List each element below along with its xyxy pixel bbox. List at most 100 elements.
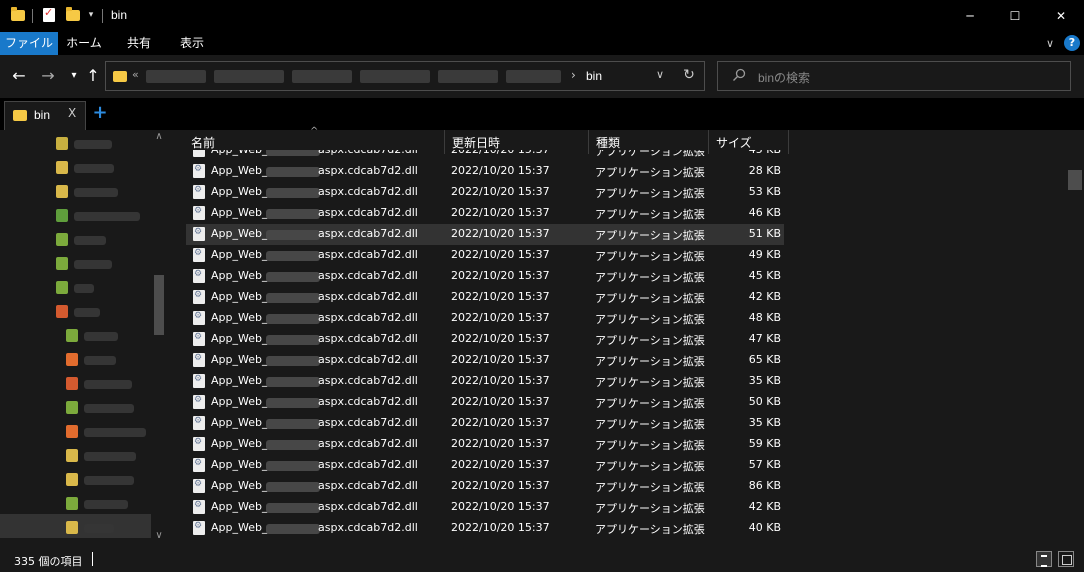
file-row[interactable]: App_Web_ aspx.cdcab7d2.dll 2022/10/20 15:3… — [186, 182, 784, 203]
file-modified: 2022/10/20 15:37 — [451, 479, 550, 492]
file-row[interactable]: App_Web_ aspx.cdcab7d2.dll 2022/10/20 15:3… — [186, 266, 784, 287]
tab-share[interactable]: 共有 — [113, 32, 165, 55]
file-name-prefix: App_Web_ — [211, 206, 268, 219]
file-row[interactable]: App_Web_ aspx.cdcab7d2.dll 2022/10/20 15:3… — [186, 224, 784, 245]
breadcrumb-current[interactable]: bin — [586, 69, 602, 83]
properties-icon[interactable] — [43, 6, 55, 22]
file-type: アプリケーション拡張 — [595, 334, 705, 347]
file-row[interactable]: App_Web_ aspx.cdcab7d2.dll 2022/10/20 15:3… — [186, 518, 784, 539]
scroll-up-icon[interactable]: ∧ — [152, 131, 166, 147]
new-folder-icon[interactable] — [66, 7, 80, 21]
file-name-suffix: aspx.cdcab7d2.dll — [318, 395, 418, 408]
file-row[interactable]: App_Web_ aspx.cdcab7d2.dll 2022/10/20 15:3… — [186, 329, 784, 350]
file-list-scroll-thumb[interactable] — [1068, 170, 1082, 190]
redacted-text — [266, 440, 320, 450]
file-name-prefix: App_Web_ — [211, 437, 268, 450]
file-list: App_Web_ aspx.cdcab7d2.dll 2022/10/20 15:3… — [186, 150, 786, 547]
redacted-text — [74, 236, 106, 245]
navigation-pane[interactable]: ∧ ∨ — [0, 130, 168, 547]
file-type: アプリケーション拡張 — [595, 355, 705, 368]
file-row[interactable]: App_Web_ aspx.cdcab7d2.dll 2022/10/20 15:3… — [186, 371, 784, 392]
help-icon[interactable]: ? — [1064, 35, 1080, 51]
folder-icon — [66, 401, 78, 414]
search-placeholder: binの検索 — [758, 71, 811, 85]
file-size: 45 KB — [716, 150, 781, 156]
file-row[interactable]: App_Web_ aspx.cdcab7d2.dll 2022/10/20 15:3… — [186, 161, 784, 182]
redacted-text — [266, 230, 320, 240]
folder-icon — [56, 257, 68, 270]
window-title: bin — [111, 8, 128, 22]
folder-icon — [66, 497, 78, 510]
nav-scrollbar[interactable] — [152, 130, 166, 547]
redacted-text — [74, 164, 114, 173]
column-header-type[interactable]: 種類 — [596, 134, 620, 151]
file-row[interactable]: App_Web_ aspx.cdcab7d2.dll 2022/10/20 15:3… — [186, 150, 784, 161]
minimize-button[interactable]: ─ — [947, 0, 993, 32]
file-name-prefix: App_Web_ — [211, 374, 268, 387]
search-input[interactable]: binの検索 — [717, 61, 1071, 91]
redacted-text — [266, 188, 320, 198]
file-modified: 2022/10/20 15:37 — [451, 332, 550, 345]
file-row[interactable]: App_Web_ aspx.cdcab7d2.dll 2022/10/20 15:3… — [186, 350, 784, 371]
file-type: アプリケーション拡張 — [595, 150, 705, 158]
close-tab-icon[interactable]: X — [68, 106, 76, 120]
folder-icon — [66, 425, 78, 438]
file-name-prefix: App_Web_ — [211, 500, 268, 513]
file-row[interactable]: App_Web_ aspx.cdcab7d2.dll 2022/10/20 15:3… — [186, 497, 784, 518]
quick-access-dropdown-icon[interactable]: ▾ — [86, 8, 96, 22]
back-button[interactable]: ← — [8, 66, 30, 86]
nav-scroll-thumb[interactable] — [154, 275, 164, 335]
folder-icon — [56, 233, 68, 246]
up-button[interactable]: ↑ — [82, 66, 104, 86]
maximize-button[interactable]: ☐ — [992, 0, 1038, 32]
breadcrumb — [292, 70, 352, 83]
file-size: 53 KB — [748, 185, 781, 198]
file-row[interactable]: App_Web_ aspx.cdcab7d2.dll 2022/10/20 15:3… — [186, 203, 784, 224]
file-name-prefix: App_Web_ — [211, 185, 268, 198]
breadcrumb-overflow[interactable]: « — [132, 68, 139, 81]
file-size: 42 KB — [748, 290, 781, 303]
close-button[interactable]: ✕ — [1038, 0, 1084, 32]
breadcrumb — [146, 70, 206, 83]
forward-button[interactable]: → — [37, 66, 59, 86]
file-name-prefix: App_Web_ — [211, 269, 268, 282]
file-name-suffix: aspx.cdcab7d2.dll — [318, 185, 418, 198]
file-size: 59 KB — [748, 437, 781, 450]
folder-icon — [56, 137, 68, 150]
file-row[interactable]: App_Web_ aspx.cdcab7d2.dll 2022/10/20 15:3… — [186, 308, 784, 329]
breadcrumb-chevron-icon[interactable]: › — [571, 68, 576, 82]
dll-file-icon — [193, 206, 205, 220]
address-dropdown-icon[interactable]: ∨ — [652, 68, 668, 81]
file-list-scrollbar[interactable] — [1066, 130, 1084, 547]
file-modified: 2022/10/20 15:37 — [451, 500, 550, 513]
redacted-text — [266, 251, 320, 261]
tab-home[interactable]: ホーム — [58, 32, 110, 55]
file-row[interactable]: App_Web_ aspx.cdcab7d2.dll 2022/10/20 15:3… — [186, 287, 784, 308]
explorer-tab[interactable]: bin X — [4, 101, 86, 130]
details-view-icon[interactable] — [1036, 551, 1052, 567]
file-row[interactable]: App_Web_ aspx.cdcab7d2.dll 2022/10/20 15:3… — [186, 434, 784, 455]
new-tab-icon[interactable]: + — [92, 104, 108, 122]
file-row[interactable]: App_Web_ aspx.cdcab7d2.dll 2022/10/20 15:3… — [186, 245, 784, 266]
file-modified: 2022/10/20 15:37 — [451, 416, 550, 429]
column-header-modified[interactable]: 更新日時 — [452, 134, 500, 151]
file-type: アプリケーション拡張 — [595, 481, 705, 494]
column-header-name[interactable]: 名前 — [191, 134, 215, 151]
large-icons-view-icon[interactable] — [1058, 551, 1074, 567]
column-divider[interactable] — [788, 130, 789, 154]
file-row[interactable]: App_Web_ aspx.cdcab7d2.dll 2022/10/20 15:3… — [186, 413, 784, 434]
tab-view[interactable]: 表示 — [166, 32, 218, 55]
column-header-size[interactable]: サイズ — [716, 134, 752, 151]
redacted-text — [74, 188, 118, 197]
title-bar: ▾ bin ─ ☐ ✕ — [0, 0, 1084, 32]
scroll-down-icon[interactable]: ∨ — [152, 530, 166, 546]
tab-file[interactable]: ファイル — [0, 32, 58, 55]
file-row[interactable]: App_Web_ aspx.cdcab7d2.dll 2022/10/20 15:3… — [186, 455, 784, 476]
file-size: 46 KB — [748, 206, 781, 219]
file-name-suffix: aspx.cdcab7d2.dll — [318, 164, 418, 177]
file-row[interactable]: App_Web_ aspx.cdcab7d2.dll 2022/10/20 15:3… — [186, 392, 784, 413]
chevron-down-icon[interactable]: ∨ — [1041, 32, 1059, 55]
address-bar[interactable]: « › bin ∨ ↻ — [105, 61, 705, 91]
refresh-icon[interactable]: ↻ — [680, 67, 698, 83]
file-row[interactable]: App_Web_ aspx.cdcab7d2.dll 2022/10/20 15:3… — [186, 476, 784, 497]
